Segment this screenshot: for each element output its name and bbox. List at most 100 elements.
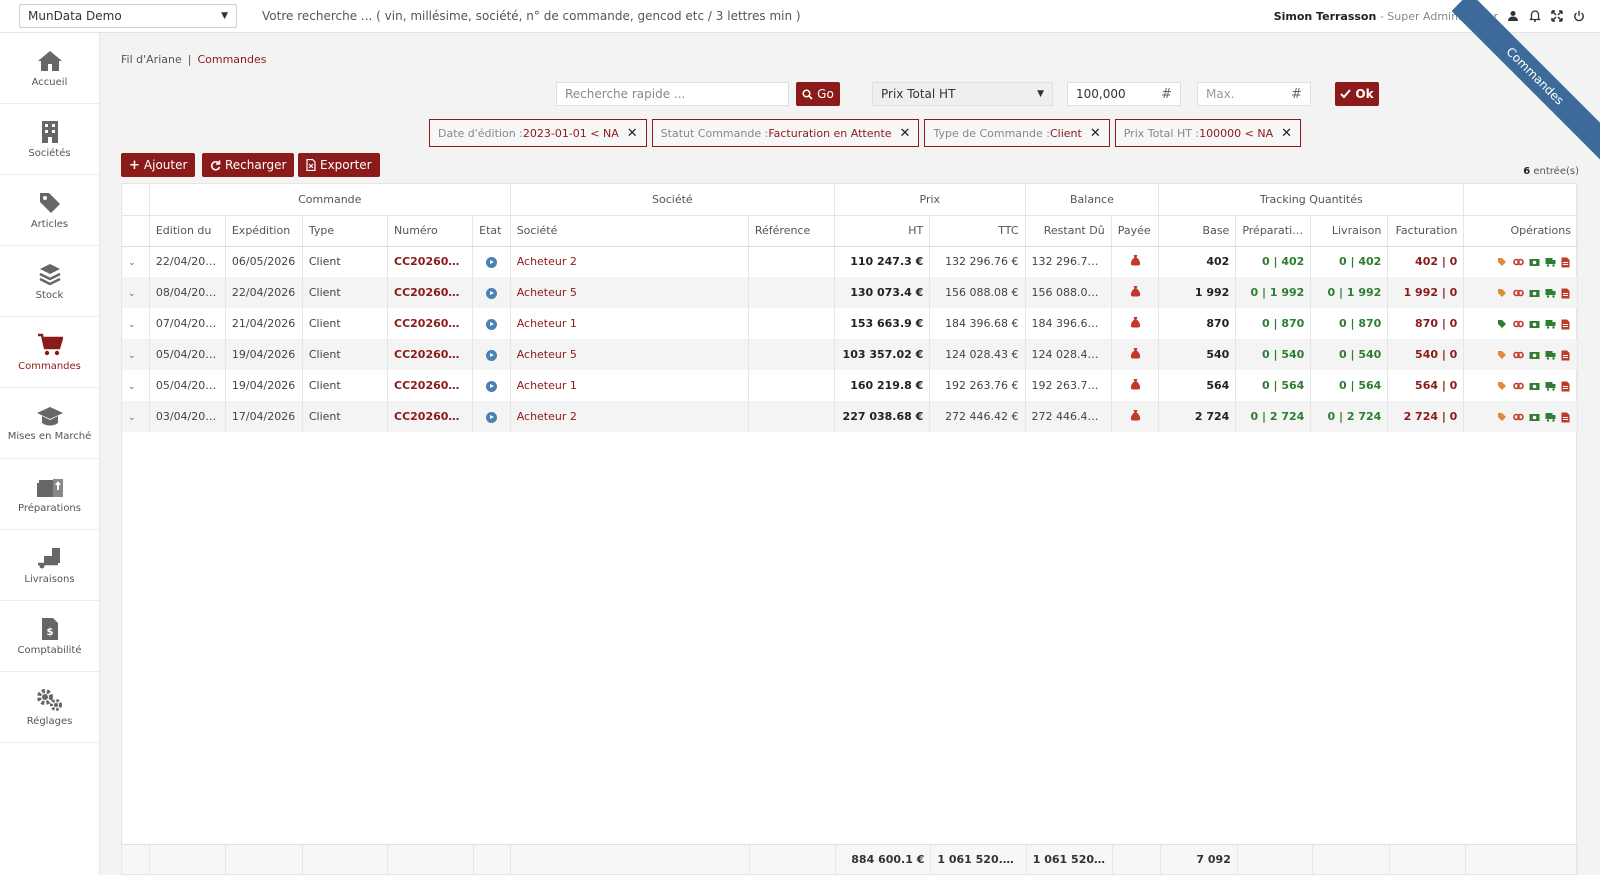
table-row[interactable]: ⌄ 05/04/2026 19/04/2026 Client CC202606/6 Ach…	[122, 370, 1578, 401]
numero-link[interactable]: CC202606/4	[387, 277, 474, 308]
societe-link[interactable]: Acheteur 5	[510, 339, 749, 370]
link-icon[interactable]	[1513, 381, 1524, 391]
close-icon[interactable]: ✕	[900, 126, 911, 141]
societe-link[interactable]: Acheteur 5	[510, 277, 749, 308]
power-icon[interactable]	[1572, 9, 1586, 23]
tag-icon[interactable]	[1497, 257, 1507, 267]
truck-money-icon[interactable]	[1545, 350, 1556, 360]
tag-icon[interactable]	[1497, 412, 1507, 422]
play-circle-icon[interactable]	[485, 349, 497, 361]
numero-link[interactable]: CC202606/...	[387, 401, 474, 432]
col-ttc[interactable]: TTC	[929, 215, 1026, 247]
filter-field-select[interactable]: Prix Total HT ▼	[872, 82, 1053, 106]
money-icon[interactable]	[1529, 412, 1540, 422]
col-livraison[interactable]: Livraison	[1310, 215, 1389, 247]
global-search-input[interactable]: Votre recherche ... ( vin, millésime, so…	[262, 9, 801, 23]
chevron-down-icon[interactable]: ⌄	[128, 351, 136, 361]
reload-button[interactable]: Recharger	[202, 153, 295, 177]
col-base[interactable]: Base	[1158, 215, 1237, 247]
quick-search-input[interactable]: Recherche rapide ...	[556, 82, 789, 106]
file-pdf-icon[interactable]	[1561, 319, 1571, 329]
col-edition[interactable]: Edition du	[149, 215, 226, 247]
money-icon[interactable]	[1529, 381, 1540, 391]
col-ht[interactable]: HT	[834, 215, 931, 247]
link-icon[interactable]	[1513, 288, 1524, 298]
nav-item-accueil[interactable]: Accueil	[0, 33, 99, 104]
play-circle-icon[interactable]	[485, 380, 497, 392]
col-reference[interactable]: Référence	[748, 215, 836, 247]
play-circle-icon[interactable]	[485, 318, 497, 330]
col-facturation[interactable]: Facturation	[1387, 215, 1465, 247]
money-icon[interactable]	[1529, 350, 1540, 360]
close-icon[interactable]: ✕	[627, 126, 638, 141]
nav-item-livraisons[interactable]: Livraisons	[0, 530, 99, 601]
societe-link[interactable]: Acheteur 2	[510, 246, 749, 277]
col-preparation[interactable]: Préparation	[1235, 215, 1312, 247]
societe-link[interactable]: Acheteur 1	[510, 370, 749, 401]
file-pdf-icon[interactable]	[1561, 257, 1571, 268]
filter-max-input[interactable]: Max. #	[1197, 82, 1311, 106]
truck-money-icon[interactable]	[1545, 381, 1556, 391]
chevron-down-icon[interactable]: ⌄	[128, 413, 136, 423]
truck-money-icon[interactable]	[1545, 257, 1556, 267]
tag-icon[interactable]	[1497, 319, 1507, 329]
table-row[interactable]: ⌄ 07/04/2026 21/04/2026 Client CC202606/3 Ach…	[122, 308, 1578, 339]
numero-link[interactable]: CC202606/1	[387, 339, 474, 370]
link-icon[interactable]	[1513, 412, 1524, 422]
add-button[interactable]: + Ajouter	[121, 153, 196, 177]
table-row[interactable]: ⌄ 03/04/2026 17/04/2026 Client CC202606/... A…	[122, 401, 1578, 432]
play-circle-icon[interactable]	[485, 411, 497, 423]
nav-item-societes[interactable]: Sociétés	[0, 104, 99, 175]
societe-link[interactable]: Acheteur 1	[510, 308, 749, 339]
file-pdf-icon[interactable]	[1561, 350, 1571, 360]
col-payee[interactable]: Payée	[1111, 215, 1160, 247]
go-button[interactable]: Go	[796, 82, 840, 106]
app-selector[interactable]: MunData Demo ▼	[19, 4, 237, 28]
col-societe[interactable]: Société	[510, 215, 749, 247]
bell-icon[interactable]	[1528, 9, 1542, 23]
play-circle-icon[interactable]	[485, 287, 497, 299]
nav-item-comptabilite[interactable]: $ Comptabilité	[0, 601, 99, 672]
play-circle-icon[interactable]	[485, 256, 497, 268]
link-icon[interactable]	[1513, 257, 1524, 267]
truck-money-icon[interactable]	[1545, 319, 1556, 329]
numero-link[interactable]: CC202606/...	[387, 246, 474, 277]
table-row[interactable]: ⌄ 05/04/2026 19/04/2026 Client CC202606/1 Ach…	[122, 339, 1578, 370]
chevron-down-icon[interactable]: ⌄	[128, 289, 136, 299]
chevron-down-icon[interactable]: ⌄	[128, 320, 136, 330]
close-icon[interactable]: ✕	[1090, 126, 1101, 141]
societe-link[interactable]: Acheteur 2	[510, 401, 749, 432]
money-icon[interactable]	[1529, 288, 1540, 298]
truck-money-icon[interactable]	[1545, 412, 1556, 422]
tag-icon[interactable]	[1497, 350, 1507, 360]
numero-link[interactable]: CC202606/3	[387, 308, 474, 339]
truck-money-icon[interactable]	[1545, 288, 1556, 298]
user-icon[interactable]	[1506, 9, 1520, 23]
col-expedition[interactable]: Expédition	[225, 215, 303, 247]
nav-item-preparations[interactable]: Préparations	[0, 459, 99, 530]
file-pdf-icon[interactable]	[1561, 381, 1571, 391]
file-pdf-icon[interactable]	[1561, 288, 1571, 298]
nav-item-mises-en-marche[interactable]: Mises en Marché	[0, 388, 99, 459]
breadcrumb-root[interactable]: Fil d'Ariane	[121, 53, 182, 66]
export-button[interactable]: Exporter	[298, 153, 380, 177]
chevron-down-icon[interactable]: ⌄	[128, 258, 136, 268]
col-numero[interactable]: Numéro	[387, 215, 474, 247]
nav-item-reglages[interactable]: Réglages	[0, 672, 99, 743]
tag-icon[interactable]	[1497, 381, 1507, 391]
numero-link[interactable]: CC202606/6	[387, 370, 474, 401]
col-type[interactable]: Type	[302, 215, 389, 247]
table-row[interactable]: ⌄ 08/04/2026 22/04/2026 Client CC202606/4 Ach…	[122, 277, 1578, 308]
chevron-down-icon[interactable]: ⌄	[128, 382, 136, 392]
nav-item-commandes[interactable]: Commandes	[0, 317, 99, 388]
fullscreen-icon[interactable]	[1550, 9, 1564, 23]
nav-item-articles[interactable]: Articles	[0, 175, 99, 246]
money-icon[interactable]	[1529, 319, 1540, 329]
link-icon[interactable]	[1513, 319, 1524, 329]
table-row[interactable]: ⌄ 22/04/2026 06/05/2026 Client CC202606/... A…	[122, 246, 1578, 277]
file-pdf-icon[interactable]	[1561, 412, 1571, 422]
ok-button[interactable]: Ok	[1335, 82, 1379, 106]
link-icon[interactable]	[1513, 350, 1524, 360]
filter-min-input[interactable]: 100,000 #	[1067, 82, 1181, 106]
col-restant[interactable]: Restant Dû	[1025, 215, 1112, 247]
